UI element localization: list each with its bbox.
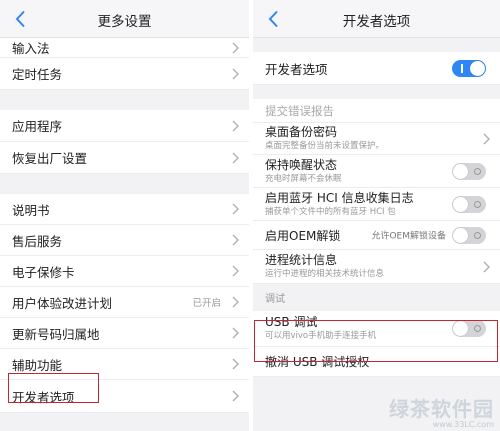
chevron-right-icon [232, 390, 239, 402]
settings-item-label: 输入法 [12, 41, 50, 56]
developer-options-screen: 开发者选项 开发者选项 提交错误报告 桌面备份密码 桌面完整备份当前未设置保护。 [253, 0, 500, 431]
toggle-off-mark-icon [474, 167, 481, 175]
bug-report-label: 提交错误报告 [265, 103, 334, 118]
settings-item-factory-reset[interactable]: 恢复出厂设置 [0, 142, 249, 174]
chevron-right-icon [232, 358, 239, 370]
developer-options-master-row[interactable]: 开发者选项 [253, 52, 500, 85]
settings-item-input-method[interactable]: 输入法 [0, 38, 249, 58]
settings-item-warranty-card[interactable]: 电子保修卡 [0, 256, 249, 287]
developer-options-toggle[interactable] [452, 59, 486, 77]
toggle-knob [470, 60, 485, 76]
settings-item-label: 恢复出厂设置 [12, 151, 88, 166]
settings-item-label: 用户体验改进计划 [12, 295, 113, 311]
stay-awake-subtitle: 充电时屏幕不会休眠 [265, 173, 342, 184]
settings-item-label: 辅助功能 [12, 357, 63, 373]
settings-item-label: 定时任务 [12, 67, 63, 82]
oem-unlock-row[interactable]: 启用OEM解锁 允许OEM解锁设备 [253, 221, 500, 250]
toggle-off-mark-icon [474, 231, 481, 239]
chevron-right-icon [232, 234, 239, 246]
bluetooth-hci-toggle[interactable] [452, 195, 486, 213]
header-bar: 更多设置 [0, 0, 249, 38]
toggle-off-mark-icon [474, 200, 481, 208]
header-bar: 开发者选项 [253, 0, 500, 38]
section-gap [253, 85, 500, 99]
process-stats-label: 进程统计信息 [265, 253, 338, 267]
bluetooth-hci-log-row[interactable]: 启用蓝牙 HCI 信息收集日志 捕获单个文件中的所有蓝牙 HCI 包 [253, 188, 500, 221]
settings-item-after-sales[interactable]: 售后服务 [0, 225, 249, 256]
bluetooth-hci-subtitle: 捕获单个文件中的所有蓝牙 HCI 包 [265, 206, 396, 217]
stay-awake-row[interactable]: 保持唤醒状态 充电时屏幕不会休眠 [253, 155, 500, 188]
debug-section-header: 调试 [265, 294, 285, 305]
settings-item-label: 应用程序 [12, 119, 63, 134]
chevron-right-icon [232, 152, 239, 164]
chevron-right-icon [232, 265, 239, 277]
backup-password-subtitle: 桌面完整备份当前未设置保护。 [265, 141, 385, 151]
settings-item-label: 更新号码归属地 [12, 326, 100, 342]
screenshot-frame: 更多设置 输入法 定时任务 应用程序 恢复出厂设置 说明书 售后服务 电子保修卡… [0, 0, 500, 431]
stay-awake-label: 保持唤醒状态 [265, 157, 338, 172]
settings-item-number-location[interactable]: 更新号码归属地 [0, 318, 249, 349]
chevron-right-icon [232, 327, 239, 339]
highlight-box-developer-options [8, 373, 99, 403]
toggle-on-mark-icon [461, 63, 463, 73]
bluetooth-hci-label: 启用蓝牙 HCI 信息收集日志 [265, 190, 414, 205]
watermark-text: 绿茶软件园 [389, 397, 494, 421]
status-value: 已开启 [192, 298, 221, 309]
toggle-knob [453, 196, 468, 212]
settings-item-manual[interactable]: 说明书 [0, 194, 249, 225]
settings-item-label: 售后服务 [12, 233, 63, 249]
settings-item-label: 电子保修卡 [12, 264, 75, 280]
process-stats-subtitle: 运行中进程的相关技术统计信息 [265, 269, 385, 279]
toggle-knob [453, 227, 468, 243]
oem-unlock-toggle[interactable] [452, 226, 486, 244]
chevron-right-icon [232, 296, 239, 308]
chevron-right-icon [232, 68, 239, 80]
toggle-knob [453, 163, 468, 179]
section-gap [0, 90, 249, 110]
settings-item-apps[interactable]: 应用程序 [0, 110, 249, 142]
backup-password-row[interactable]: 桌面备份密码 桌面完整备份当前未设置保护。 [253, 123, 500, 155]
stay-awake-toggle[interactable] [452, 162, 486, 180]
oem-unlock-label: 启用OEM解锁 [265, 228, 341, 243]
section-gap [253, 38, 500, 52]
chevron-right-icon [232, 203, 239, 215]
settings-item-user-experience[interactable]: 用户体验改进计划 已开启 [0, 287, 249, 318]
section-gap [0, 174, 249, 194]
settings-item-label: 说明书 [12, 202, 50, 218]
settings-list: 输入法 定时任务 应用程序 恢复出厂设置 说明书 售后服务 电子保修卡 用户体验… [0, 38, 249, 413]
developer-options-label: 开发者选项 [265, 61, 328, 77]
page-title: 更多设置 [97, 14, 152, 30]
oem-unlock-status: 允许OEM解锁设备 [371, 231, 446, 242]
watermark: 绿茶软件园 www.33LC.com [389, 393, 494, 429]
process-stats-row[interactable]: 进程统计信息 运行中进程的相关技术统计信息 [253, 250, 500, 284]
bug-report-row[interactable]: 提交错误报告 [253, 99, 500, 123]
chevron-right-icon [483, 133, 490, 145]
chevron-right-icon [483, 261, 490, 273]
highlight-box-usb-debugging [254, 320, 498, 362]
backup-password-label: 桌面备份密码 [265, 125, 338, 139]
page-title: 开发者选项 [342, 14, 411, 30]
settings-item-scheduled-tasks[interactable]: 定时任务 [0, 58, 249, 90]
chevron-right-icon [232, 42, 239, 54]
more-settings-screen: 更多设置 输入法 定时任务 应用程序 恢复出厂设置 说明书 售后服务 电子保修卡… [0, 0, 249, 431]
chevron-right-icon [232, 120, 239, 132]
